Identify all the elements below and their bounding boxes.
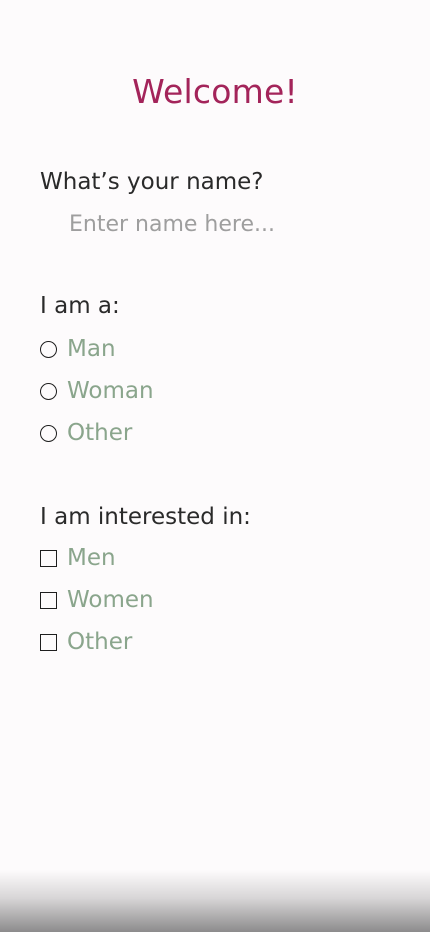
radio-unselected-icon[interactable]: [40, 340, 57, 358]
interest-option-women[interactable]: Women: [40, 579, 410, 621]
gender-section: I am a: Man Woman Other: [40, 292, 410, 454]
gender-option-other[interactable]: Other: [40, 412, 410, 454]
interest-options: Men Women Other: [40, 537, 410, 663]
page-title: Welcome!: [132, 72, 298, 111]
gender-question-label: I am a:: [40, 293, 120, 319]
gender-option-woman[interactable]: Woman: [40, 370, 410, 412]
name-section: What’s your name?: [40, 168, 410, 240]
gender-option-label[interactable]: Man: [67, 335, 116, 363]
interest-option-label[interactable]: Women: [67, 586, 154, 614]
interest-section: I am interested in: Men Women Other: [40, 503, 410, 663]
name-input[interactable]: [69, 208, 369, 240]
radio-unselected-icon[interactable]: [40, 424, 57, 442]
radio-unselected-icon[interactable]: [40, 382, 57, 400]
checkbox-unchecked-icon[interactable]: [40, 633, 57, 651]
gender-options: Man Woman Other: [40, 328, 410, 454]
interest-question-label: I am interested in:: [40, 504, 251, 530]
checkbox-unchecked-icon[interactable]: [40, 549, 57, 567]
interest-option-other[interactable]: Other: [40, 621, 410, 663]
interest-option-men[interactable]: Men: [40, 537, 410, 579]
name-question-label: What’s your name?: [40, 169, 264, 195]
gender-option-label[interactable]: Woman: [67, 377, 154, 405]
interest-option-label[interactable]: Men: [67, 544, 116, 572]
welcome-screen: Welcome! What’s your name? I am a: Man W…: [0, 0, 430, 932]
gender-option-label[interactable]: Other: [67, 419, 132, 447]
gender-option-man[interactable]: Man: [40, 328, 410, 370]
bottom-shadow: [0, 870, 430, 932]
checkbox-unchecked-icon[interactable]: [40, 591, 57, 609]
interest-option-label[interactable]: Other: [67, 628, 132, 656]
